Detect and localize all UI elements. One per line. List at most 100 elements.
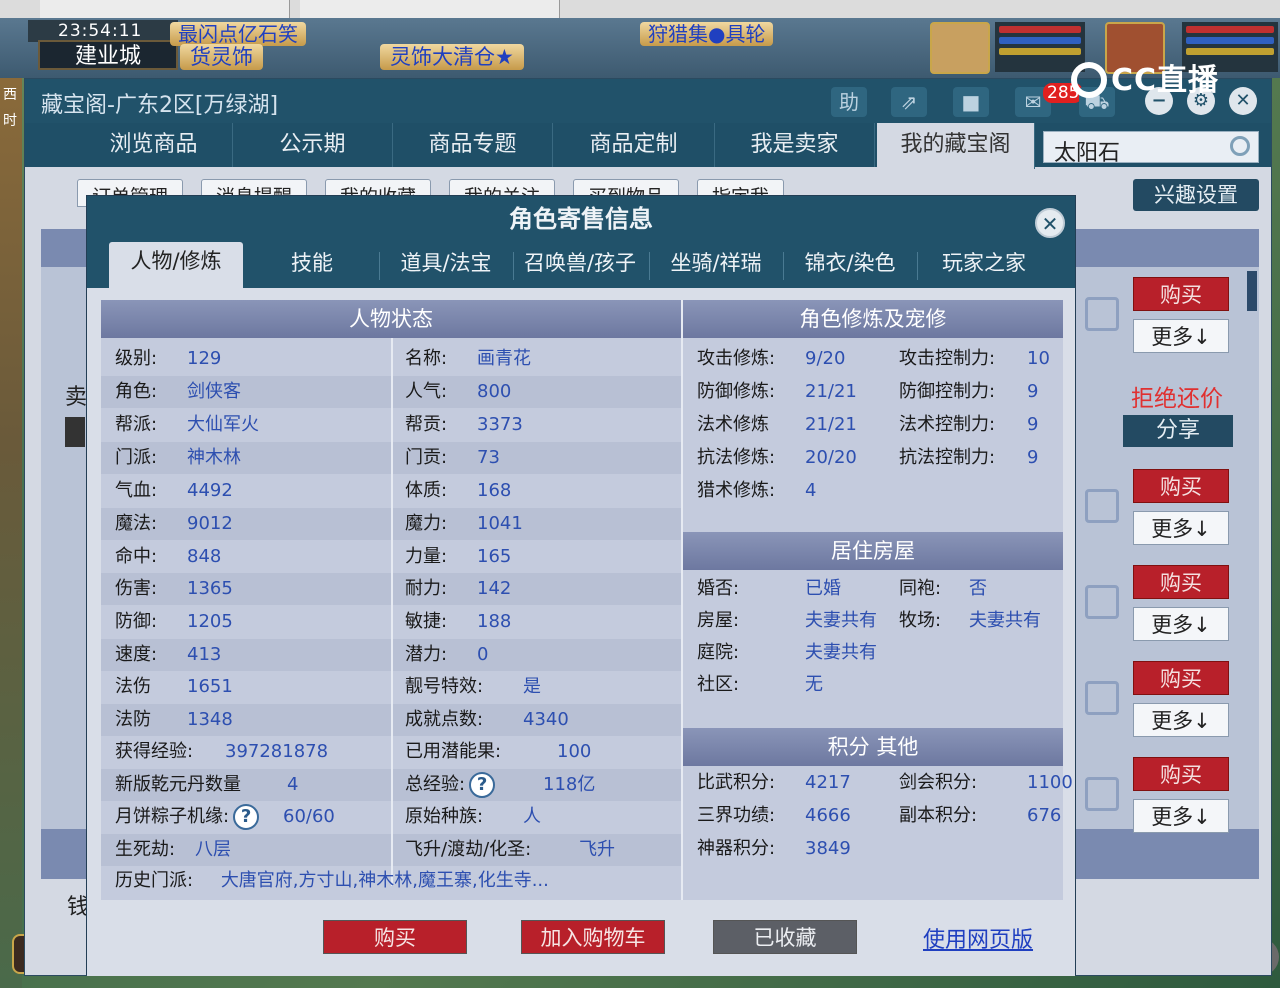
help-button[interactable]: 助 xyxy=(831,87,867,117)
stat-label: 同袍: xyxy=(899,578,942,599)
tab-skills[interactable]: 技能 xyxy=(247,244,377,288)
stat-row: 婚否: 已婚 xyxy=(697,574,841,604)
stat-label: 比武积分: xyxy=(697,772,776,793)
stat-value: 165 xyxy=(477,545,512,567)
tab-outfits[interactable]: 锦衣/染色 xyxy=(785,244,915,288)
stat-label: 防御修炼: xyxy=(697,381,776,402)
stat-row: 防御: 1205 xyxy=(115,607,233,637)
tab-items[interactable]: 道具/法宝 xyxy=(381,244,511,288)
stat-label: 潜力: xyxy=(405,643,448,665)
cart-icon[interactable] xyxy=(1085,681,1119,715)
more-button[interactable]: 更多↓ xyxy=(1133,703,1229,737)
share-arrow-icon[interactable]: ⇗ xyxy=(891,87,927,117)
more-button[interactable]: 更多↓ xyxy=(1133,799,1229,833)
stat-value: 飞升 xyxy=(579,838,615,860)
modal-title: 角色寄售信息 xyxy=(87,196,1075,244)
pet-avatar[interactable] xyxy=(930,22,990,74)
search-icon[interactable] xyxy=(1230,136,1250,156)
search-input[interactable]: 太阳石 xyxy=(1043,131,1259,166)
stat-label: 历史门派: xyxy=(115,870,194,891)
stat-value: 168 xyxy=(477,480,512,501)
stat-value: 剑侠客 xyxy=(187,381,241,402)
buy-button[interactable]: 购买 xyxy=(1133,469,1229,503)
tab-character[interactable]: 人物/修炼 xyxy=(109,242,243,288)
more-button[interactable]: 更多↓ xyxy=(1133,319,1229,353)
help-question-icon[interactable]: ? xyxy=(233,804,260,830)
stat-value: 21/21 xyxy=(805,414,857,435)
stat-value: 1205 xyxy=(187,611,233,632)
tab-player-home[interactable]: 玩家之家 xyxy=(919,244,1049,288)
stat-row: 耐力: 142 xyxy=(405,574,511,604)
stat-row: 速度: 413 xyxy=(115,640,221,670)
stop-icon[interactable]: ■ xyxy=(953,87,989,117)
cc-logo-text: CC直播 xyxy=(1111,63,1220,98)
stat-row: 攻击修炼: 9/20 xyxy=(697,344,845,374)
buy-button[interactable]: 购买 xyxy=(1133,661,1229,695)
stat-row: 级别: 129 xyxy=(115,344,221,374)
stat-row: 总经验:? 118亿 xyxy=(405,770,595,800)
stat-value: 3849 xyxy=(805,838,851,859)
cart-icon[interactable] xyxy=(1085,585,1119,619)
interest-settings-button[interactable]: 兴趣设置 xyxy=(1133,179,1259,211)
modal-close-icon[interactable]: ✕ xyxy=(1035,208,1065,238)
more-button[interactable]: 更多↓ xyxy=(1133,511,1229,545)
nav-public[interactable]: 公示期 xyxy=(233,123,393,167)
more-button[interactable]: 更多↓ xyxy=(1133,607,1229,641)
nav-seller[interactable]: 我是卖家 xyxy=(715,123,875,167)
stat-row: 防御控制力: 9 xyxy=(899,377,1038,407)
role-sale-info-modal: 角色寄售信息 ✕ 人物/修炼 技能 道具/法宝 召唤兽/孩子 坐骑/祥瑞 锦衣/… xyxy=(86,195,1076,976)
nav-topics[interactable]: 商品专题 xyxy=(393,123,553,167)
stat-row: 人气: 800 xyxy=(405,377,511,407)
stat-label: 力量: xyxy=(405,545,448,567)
share-button[interactable]: 分享 xyxy=(1123,415,1233,447)
stat-row: 抗法修炼: 20/20 xyxy=(697,443,857,473)
stat-row: 抗法控制力: 9 xyxy=(899,443,1038,473)
buy-button[interactable]: 购买 xyxy=(1133,757,1229,791)
tab-mounts[interactable]: 坐骑/祥瑞 xyxy=(651,244,781,288)
buy-button[interactable]: 购买 xyxy=(1133,565,1229,599)
buy-button[interactable]: 购买 xyxy=(323,920,467,954)
browser-tab[interactable] xyxy=(300,0,560,18)
help-question-icon[interactable]: ? xyxy=(469,771,496,798)
game-clock: 23:54:11 xyxy=(28,20,178,42)
favorited-button[interactable]: 已收藏 xyxy=(713,920,857,954)
stat-row: 牧场: 夫妻共有 xyxy=(899,606,1041,636)
stat-value: 是 xyxy=(523,676,541,697)
stat-label: 命中: xyxy=(115,545,158,567)
nav-custom[interactable]: 商品定制 xyxy=(553,123,715,167)
stat-row: 猎术修炼: 4 xyxy=(697,476,816,506)
stat-label: 级别: xyxy=(115,348,158,369)
tab-summons[interactable]: 召唤兽/孩子 xyxy=(515,244,645,288)
stat-value: 画青花 xyxy=(477,348,531,369)
use-web-version-link[interactable]: 使用网页版 xyxy=(923,922,1033,954)
stat-row: 防御修炼: 21/21 xyxy=(697,377,857,407)
stat-value: 142 xyxy=(477,578,512,599)
stat-value: 20/20 xyxy=(805,447,857,468)
stat-row: 潜力: 0 xyxy=(405,640,488,670)
stat-value: 676 xyxy=(1027,805,1062,826)
window-title: 藏宝阁-广东2区[万绿湖] xyxy=(41,93,279,118)
nav-my-cangbaoge[interactable]: 我的藏宝阁 xyxy=(877,123,1035,169)
close-icon[interactable]: ✕ xyxy=(1229,87,1257,115)
stat-label: 防御: xyxy=(115,611,158,632)
list-scrollbar[interactable] xyxy=(1247,271,1257,311)
stat-row: 剑会积分: 1100 xyxy=(899,768,1073,798)
stat-label: 副本积分: xyxy=(899,805,978,826)
cart-icon[interactable] xyxy=(1085,777,1119,811)
buy-button[interactable]: 购买 xyxy=(1133,277,1229,311)
stat-value: 1100 xyxy=(1027,772,1073,793)
stat-label: 法术控制力: xyxy=(899,414,996,435)
add-to-cart-button[interactable]: 加入购物车 xyxy=(521,920,665,954)
stat-row: 门派: 神木林 xyxy=(115,443,241,473)
cart-icon[interactable] xyxy=(1085,297,1119,331)
main-nav: 浏览商品 公示期 商品专题 商品定制 我是卖家 我的藏宝阁 太阳石 xyxy=(25,123,1271,169)
stat-label: 攻击修炼: xyxy=(697,348,776,369)
stat-row: 体质: 168 xyxy=(405,476,511,506)
stat-row: 门贡: 73 xyxy=(405,443,500,473)
stat-row: 生死劫: 八层 xyxy=(115,835,231,865)
cart-icon[interactable] xyxy=(1085,489,1119,523)
nav-browse[interactable]: 浏览商品 xyxy=(75,123,233,167)
browser-tab[interactable] xyxy=(40,0,290,18)
stat-label: 抗法修炼: xyxy=(697,447,776,468)
status-section-header: 人物状态 xyxy=(101,300,681,338)
